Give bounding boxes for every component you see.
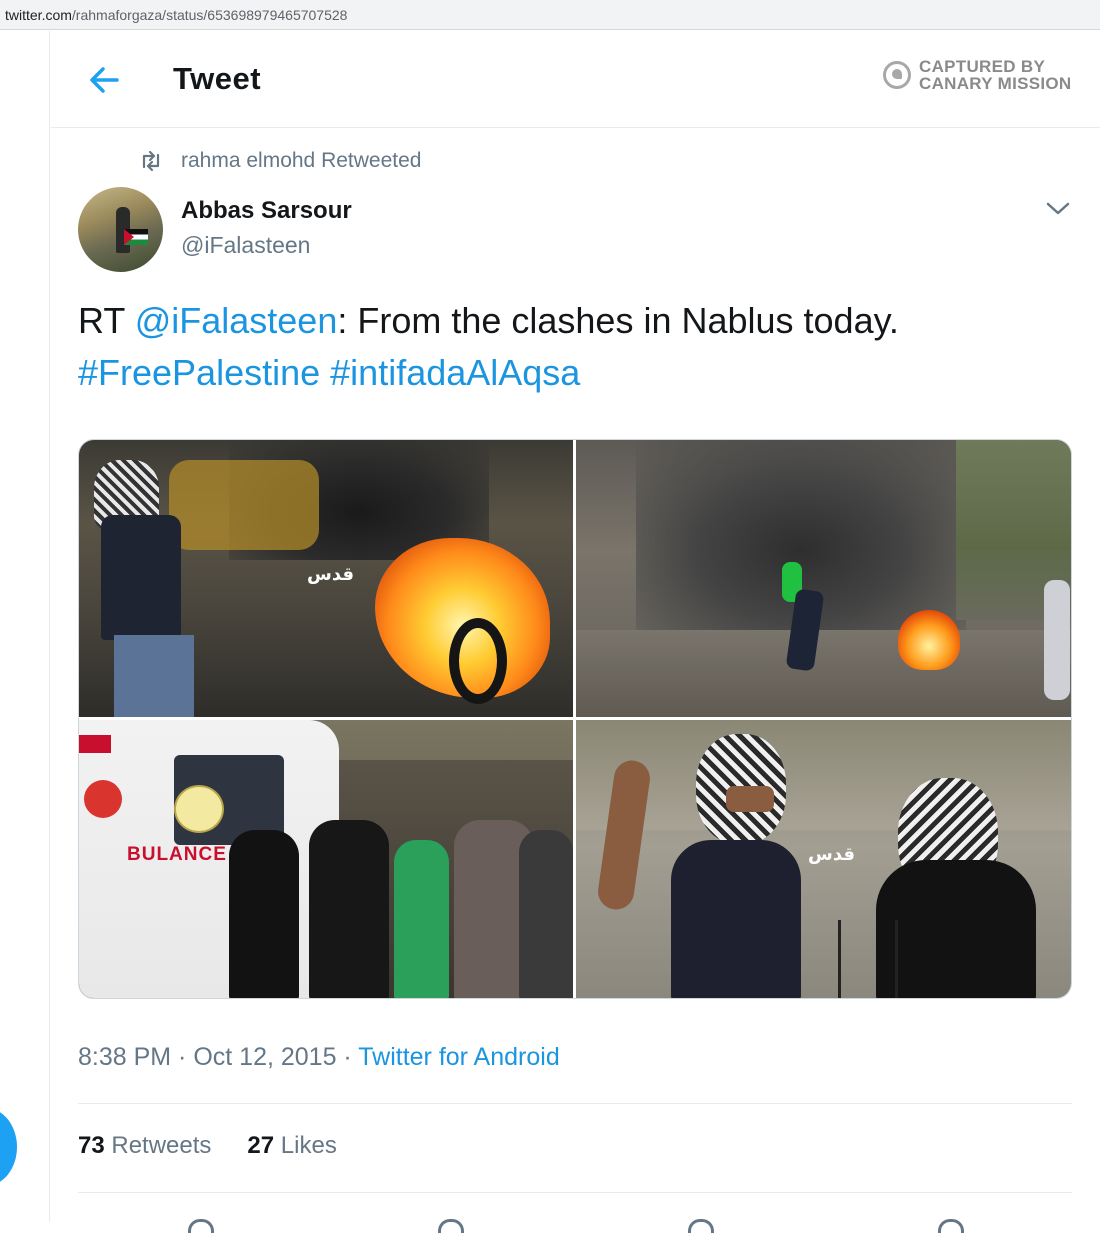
share-icon[interactable] <box>938 1219 964 1233</box>
tweet-page: Tweet CAPTURED BY CANARY MISSION rahma e… <box>51 31 1100 1233</box>
reply-icon[interactable] <box>188 1219 214 1233</box>
divider <box>78 1192 1072 1193</box>
photo-burning-tire[interactable]: قدس <box>79 440 573 717</box>
palestine-flag-icon <box>124 229 148 245</box>
canary-mission-badge: CAPTURED BY CANARY MISSION <box>883 58 1072 92</box>
badge-line-2: CANARY MISSION <box>919 74 1072 93</box>
tweet-text: RT @iFalasteen: From the clashes in Nabl… <box>78 295 1068 399</box>
avatar[interactable] <box>78 187 163 272</box>
chevron-down-icon[interactable] <box>1043 197 1073 219</box>
ambulance-label-text: BULANCE <box>127 844 227 865</box>
retweets-label: Retweets <box>104 1132 212 1159</box>
tweet-date[interactable]: Oct 12, 2015 <box>193 1043 336 1071</box>
author-handle[interactable]: @iFalasteen <box>181 232 310 259</box>
tweet-actions <box>78 1213 1072 1233</box>
meta-separator: · <box>171 1043 194 1071</box>
hashtag-intifadaalaqsa[interactable]: #intifadaAlAqsa <box>330 352 580 393</box>
like-icon[interactable] <box>688 1219 714 1233</box>
mention-link[interactable]: @iFalasteen <box>135 300 338 341</box>
tweet-source-link[interactable]: Twitter for Android <box>358 1043 559 1071</box>
watermark-text-2: قدس <box>808 844 856 865</box>
retweets-count: 73 <box>78 1132 105 1159</box>
canary-logo-icon <box>883 61 911 89</box>
photo-masked-youths[interactable]: قدس <box>576 720 1071 998</box>
retweet-action-icon[interactable] <box>438 1219 464 1233</box>
retweeted-by-text: rahma elmohd Retweeted <box>181 149 422 172</box>
likes-label: Likes <box>274 1132 337 1159</box>
retweet-context: rahma elmohd Retweeted <box>139 149 421 173</box>
tweet-prefix: RT <box>78 300 135 341</box>
tweet-time[interactable]: 8:38 PM <box>78 1043 171 1071</box>
author-name[interactable]: Abbas Sarsour <box>181 197 352 225</box>
page-header: Tweet CAPTURED BY CANARY MISSION <box>51 31 1100 128</box>
tweet-stats: 73 Retweets 27 Likes <box>78 1132 373 1160</box>
page-title: Tweet <box>173 61 262 96</box>
tweet-meta: 8:38 PM · Oct 12, 2015 · Twitter for And… <box>78 1043 560 1072</box>
retweets-stat[interactable]: 73 Retweets <box>78 1132 211 1160</box>
left-sidebar <box>0 31 50 1222</box>
tweet-body: : From the clashes in Nablus today. <box>337 300 899 341</box>
back-arrow-icon[interactable] <box>87 63 121 97</box>
likes-stat[interactable]: 27 Likes <box>247 1132 336 1160</box>
hashtag-freepalestine[interactable]: #FreePalestine <box>78 352 320 393</box>
media-grid: قدس BULANCE قدس <box>78 439 1072 999</box>
badge-line-1: CAPTURED BY <box>919 57 1046 76</box>
retweet-icon <box>142 150 160 172</box>
address-bar[interactable]: twitter.com/rahmaforgaza/status/65369897… <box>0 0 1100 30</box>
watermark-text: قدس <box>307 564 355 585</box>
photo-ambulance-crowd[interactable]: BULANCE <box>79 720 573 998</box>
photo-stone-thrower[interactable] <box>576 440 1071 717</box>
divider <box>78 1103 1072 1104</box>
url-host: twitter.com <box>5 7 72 23</box>
meta-separator: · <box>336 1043 359 1071</box>
url-path: /rahmaforgaza/status/653698979465707528 <box>71 7 348 23</box>
likes-count: 27 <box>247 1132 275 1159</box>
